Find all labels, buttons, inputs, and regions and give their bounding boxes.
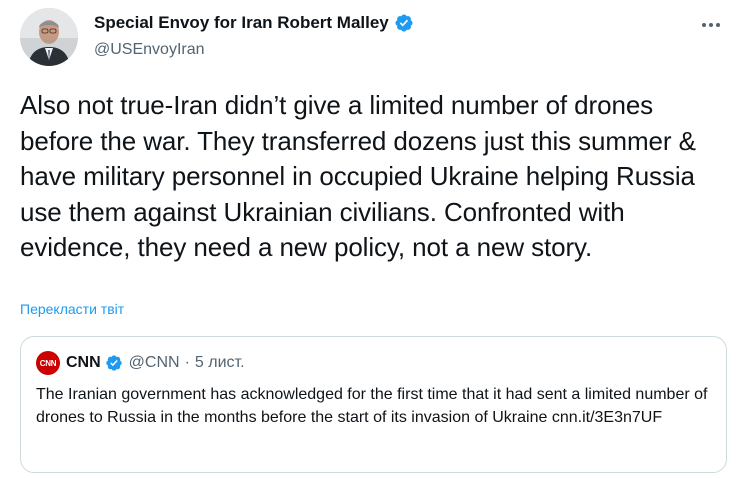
separator-dot: · bbox=[184, 354, 190, 371]
author-handle[interactable]: @USEnvoyIran bbox=[94, 41, 414, 59]
quoted-author-name: CNN bbox=[66, 354, 101, 371]
more-options-icon[interactable] bbox=[700, 14, 722, 36]
tweet-text: Also not true-Iran didn’t give a limited… bbox=[20, 90, 696, 262]
author-avatar[interactable] bbox=[20, 8, 78, 66]
translate-tweet-link[interactable]: Перекласти твіт bbox=[20, 301, 124, 317]
cnn-avatar-label: CNN bbox=[39, 358, 57, 368]
quoted-tweet-text: The Iranian government has acknowledged … bbox=[36, 386, 708, 426]
verified-badge-icon bbox=[394, 13, 414, 33]
author-display-name[interactable]: Special Envoy for Iran Robert Malley bbox=[94, 13, 389, 33]
cnn-avatar: CNN bbox=[36, 351, 60, 375]
verified-badge-icon bbox=[105, 354, 123, 372]
quoted-tweet[interactable]: CNN CNN @CNN · 5 лист. The Iranian gover… bbox=[20, 336, 727, 473]
quoted-author-handle: @CNN bbox=[128, 354, 180, 371]
author-names: Special Envoy for Iran Robert Malley @US… bbox=[94, 11, 414, 59]
tweet-header: Special Envoy for Iran Robert Malley @US… bbox=[16, 8, 722, 68]
tweet-card: Special Envoy for Iran Robert Malley @US… bbox=[0, 0, 738, 478]
display-name-row: Special Envoy for Iran Robert Malley bbox=[94, 11, 414, 35]
quoted-tweet-header: CNN CNN @CNN · 5 лист. bbox=[36, 351, 245, 375]
quoted-tweet-time: 5 лист. bbox=[194, 354, 245, 371]
